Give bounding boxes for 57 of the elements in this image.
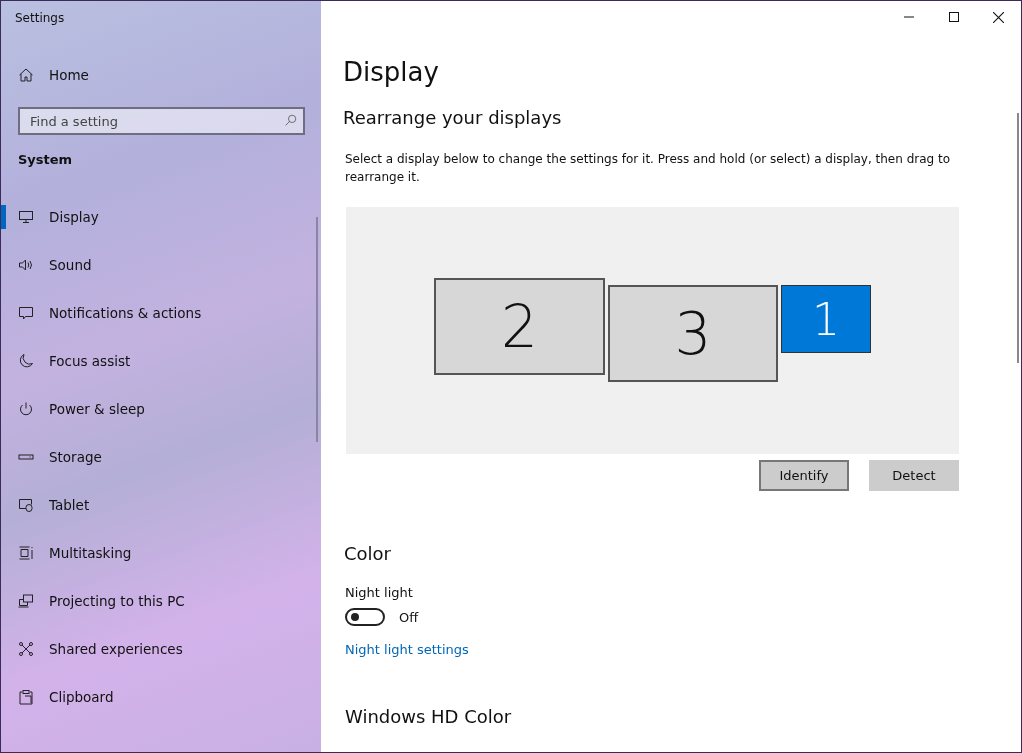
sidebar-item-label: Power & sleep: [49, 401, 145, 417]
section-heading: Windows HD Color: [345, 706, 513, 727]
night-light-settings-link[interactable]: Night light settings: [345, 642, 469, 657]
sidebar-item[interactable]: Projecting to this PC: [1, 577, 313, 625]
speaker-icon: [18, 257, 34, 273]
close-icon: [993, 11, 1004, 23]
search-icon: [284, 114, 297, 127]
sidebar-item-label: Notifications & actions: [49, 305, 202, 321]
sidebar-item-label: Focus assist: [49, 353, 131, 369]
search-field[interactable]: Find a setting: [18, 107, 305, 135]
sidebar-item-label: Display: [49, 209, 99, 225]
home-label: Home: [49, 67, 89, 83]
sidebar-item-label: Shared experiences: [49, 641, 183, 657]
sidebar-item-label: Multitasking: [49, 545, 132, 561]
toggle-switch[interactable]: [345, 608, 385, 626]
scrollbar[interactable]: [316, 217, 318, 442]
monitor-icon: [18, 209, 34, 225]
projecting-icon: [18, 593, 34, 609]
sidebar-item[interactable]: Shared experiences: [1, 625, 313, 673]
sidebar-item[interactable]: Focus assist: [1, 337, 313, 385]
maximize-icon: [948, 12, 959, 22]
section-heading: System: [17, 151, 74, 169]
clipboard-icon: [18, 689, 34, 705]
display-tile[interactable]: 1: [781, 285, 871, 353]
description-text: Select a display below to change the settings for it. Press and hold (or select) a display, then drag to rearrange it.: [345, 151, 952, 186]
multitasking-icon: [18, 545, 34, 561]
section-heading: Rearrange your displays: [343, 107, 563, 128]
sidebar-item[interactable]: Tablet: [1, 481, 313, 529]
power-icon: [18, 401, 34, 417]
sidebar-item-label: Tablet: [49, 497, 90, 513]
speech-bubble-icon: [18, 305, 34, 321]
display-tile[interactable]: 2: [434, 278, 605, 375]
tablet-icon: [18, 497, 34, 513]
identify-button[interactable]: Identify: [759, 460, 849, 491]
sidebar-item[interactable]: Sound: [1, 241, 313, 289]
sidebar-item-label: Projecting to this PC: [49, 593, 185, 609]
window-title: Settings: [14, 10, 66, 27]
sidebar-item[interactable]: Multitasking: [1, 529, 313, 577]
home-icon: [18, 67, 34, 83]
display-tile[interactable]: 3: [608, 285, 778, 382]
section-heading: Color: [344, 543, 392, 564]
moon-icon: [18, 353, 34, 369]
sidebar-item-label: Storage: [49, 449, 102, 465]
sidebar-item-label: Sound: [49, 257, 92, 273]
shared-icon: [18, 641, 34, 657]
home-nav-item[interactable]: Home: [1, 51, 321, 99]
detect-button[interactable]: Detect: [869, 460, 959, 491]
setting-label: Night light: [345, 585, 414, 600]
sidebar-item-label: Clipboard: [49, 689, 114, 705]
toggle-state: Off: [399, 609, 419, 625]
sidebar-item[interactable]: Notifications & actions: [1, 289, 313, 337]
sidebar-item[interactable]: Display: [1, 193, 313, 241]
page-title: Display: [343, 57, 440, 87]
sidebar-item[interactable]: Clipboard: [1, 673, 313, 721]
scrollbar[interactable]: [1017, 113, 1019, 363]
sidebar-item[interactable]: Storage: [1, 433, 313, 481]
sidebar-item[interactable]: Power & sleep: [1, 385, 313, 433]
